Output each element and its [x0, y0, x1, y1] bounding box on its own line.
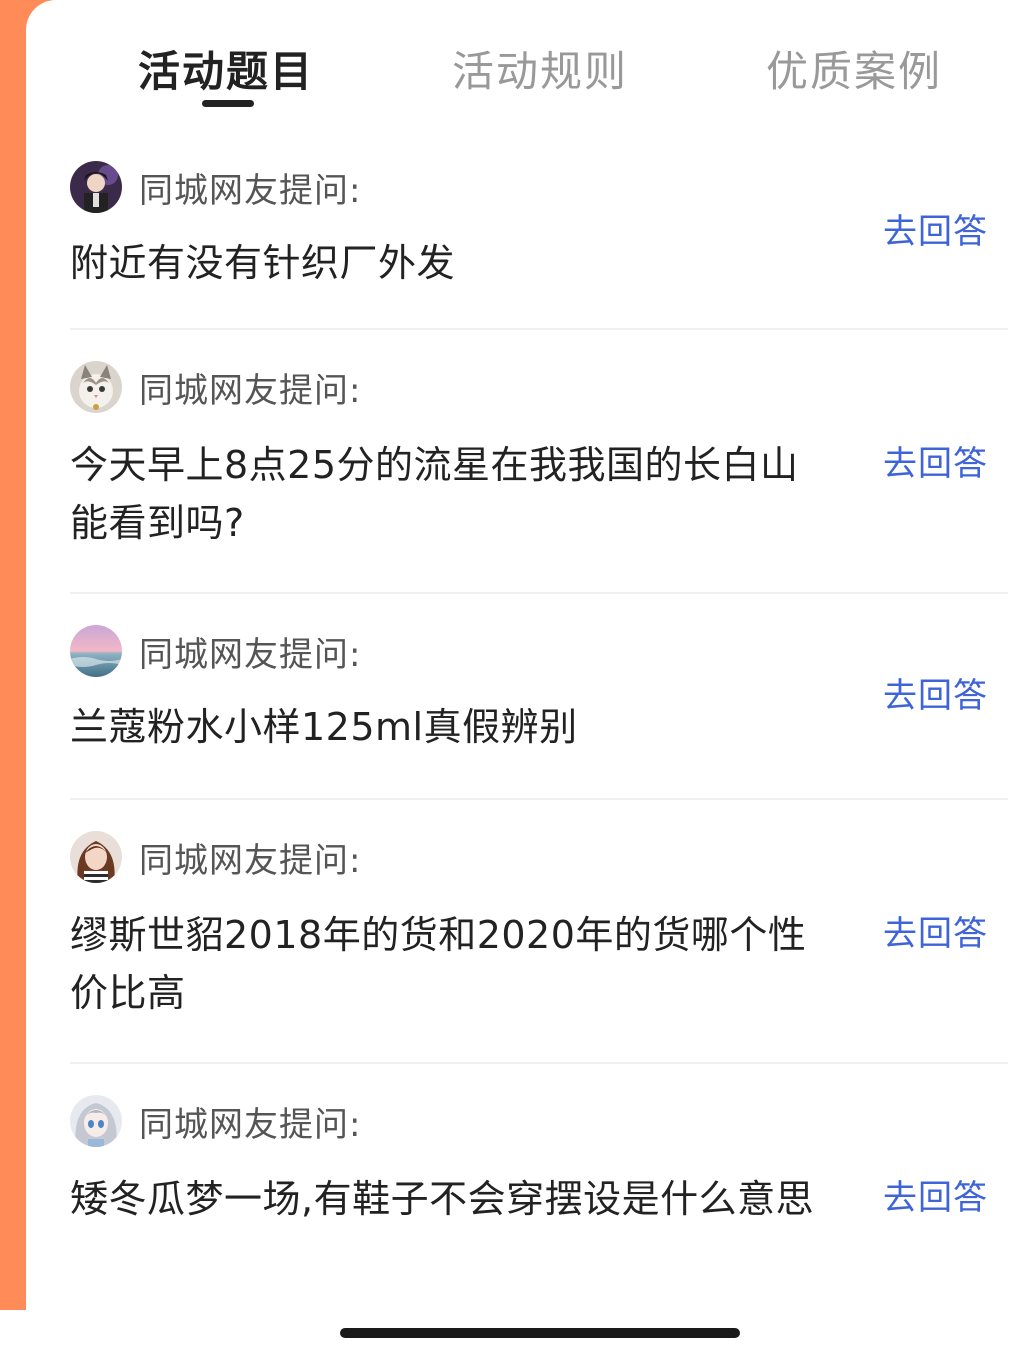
- anime-girl-avatar: [70, 1095, 122, 1147]
- asker-label: 同城网友提问:: [139, 840, 362, 881]
- answer-button[interactable]: 去回答: [883, 668, 988, 717]
- asker-row: 同城网友提问:: [70, 1094, 361, 1148]
- question-text[interactable]: 附近有没有针织厂外发: [70, 234, 830, 292]
- list-item[interactable]: 同城网友提问: 矮冬瓜梦一场,有鞋子不会穿摆设是什么意思 去回答: [70, 1064, 1008, 1314]
- list-item[interactable]: 同城网友提问: 缪斯世貂2018年的货和2020年的货哪个性价比高 去回答: [70, 800, 1008, 1064]
- active-tab-indicator: [202, 100, 254, 107]
- question-text[interactable]: 今天早上8点25分的流星在我我国的长白山能看到吗?: [70, 436, 830, 552]
- asker-row: 同城网友提问:: [70, 360, 361, 414]
- home-indicator[interactable]: [340, 1328, 740, 1338]
- asker-label: 同城网友提问:: [139, 1104, 362, 1145]
- tab-activity-rules[interactable]: 活动规则: [452, 38, 628, 99]
- answer-button[interactable]: 去回答: [883, 204, 988, 253]
- answer-button[interactable]: 去回答: [883, 436, 988, 485]
- answer-button[interactable]: 去回答: [883, 906, 988, 955]
- list-item[interactable]: 同城网友提问: 今天早上8点25分的流星在我我国的长白山能看到吗? 去回答: [70, 330, 1008, 594]
- list-item[interactable]: 同城网友提问: 附近有没有针织厂外发 去回答: [70, 130, 1008, 330]
- question-text[interactable]: 矮冬瓜梦一场,有鞋子不会穿摆设是什么意思: [70, 1170, 830, 1228]
- asker-label: 同城网友提问:: [139, 634, 362, 675]
- accent-strip: [0, 0, 26, 1310]
- answer-button[interactable]: 去回答: [883, 1170, 988, 1219]
- asker-row: 同城网友提问:: [70, 624, 361, 678]
- asker-row: 同城网友提问:: [70, 160, 361, 214]
- tab-quality-cases[interactable]: 优质案例: [766, 38, 942, 99]
- anime-boy-avatar: [70, 161, 122, 213]
- tab-bar: 活动题目 活动规则 优质案例: [26, 30, 1026, 120]
- app-screen: 活动题目 活动规则 优质案例 同城网友提问: 附近有没有针织厂外发 去回答 同城…: [0, 0, 1026, 1356]
- asker-label: 同城网友提问:: [139, 370, 362, 411]
- cat-avatar: [70, 361, 122, 413]
- tab-activity-topics[interactable]: 活动题目: [138, 38, 314, 99]
- list-item[interactable]: 同城网友提问: 兰蔻粉水小样125ml真假辨别 去回答: [70, 594, 1008, 800]
- asker-label: 同城网友提问:: [139, 170, 362, 211]
- question-text[interactable]: 兰蔻粉水小样125ml真假辨别: [70, 698, 830, 756]
- woman-avatar: [70, 831, 122, 883]
- asker-row: 同城网友提问:: [70, 830, 361, 884]
- question-text[interactable]: 缪斯世貂2018年的货和2020年的货哪个性价比高: [70, 906, 830, 1022]
- question-list: 同城网友提问: 附近有没有针织厂外发 去回答 同城网友提问: 今天早上8点25分…: [70, 130, 1008, 1314]
- panel-corner: [26, 0, 86, 60]
- sunset-sea-avatar: [70, 625, 122, 677]
